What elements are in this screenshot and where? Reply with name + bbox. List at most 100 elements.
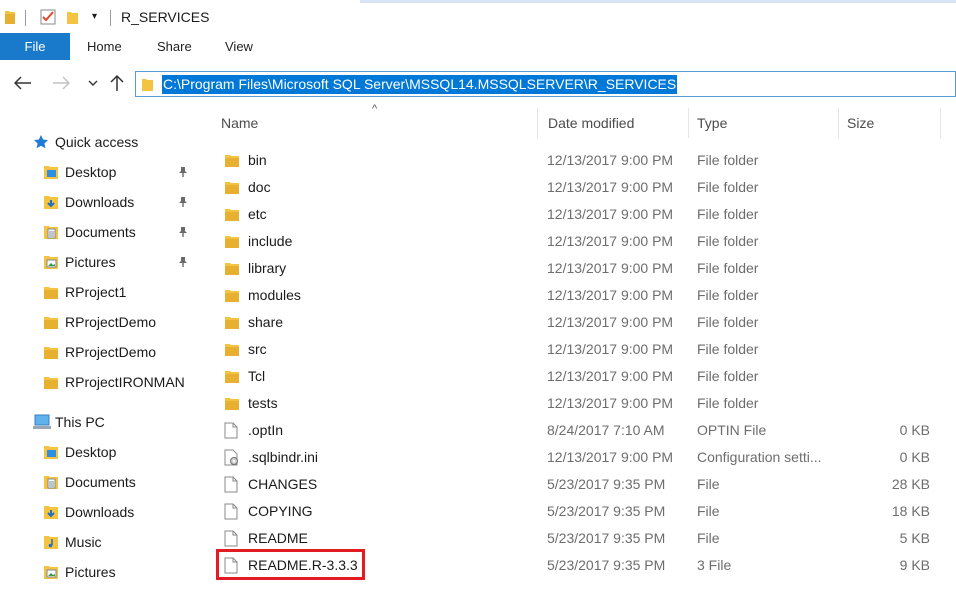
pin-icon[interactable] [177,255,191,269]
file-row[interactable]: include 12/13/2017 9:00 PM File folder [220,228,950,255]
file-type: OPTIN File [697,422,767,438]
tab-view[interactable]: View [225,33,253,60]
file-row[interactable]: src 12/13/2017 9:00 PM File folder [220,336,950,363]
sidebar-item-rprojectdemo[interactable]: RProjectDemo [0,307,200,337]
tab-file[interactable]: File [0,33,70,60]
pin-icon[interactable] [177,165,191,179]
sidebar-item-pc-pictures[interactable]: Pictures [0,557,200,587]
folder-icon [141,76,155,95]
file-date-modified: 12/13/2017 9:00 PM [547,287,674,303]
sidebar-item-documents[interactable]: Documents [0,217,200,247]
file-row[interactable]: etc 12/13/2017 9:00 PM File folder [220,201,950,228]
folder-icon [224,314,240,331]
pin-icon[interactable] [177,195,191,209]
music-folder-icon [43,534,59,550]
file-name: .sqlbindr.ini [248,449,319,465]
back-arrow-icon[interactable] [12,72,34,94]
folder-icon [224,152,240,169]
file-date-modified: 12/13/2017 9:00 PM [547,314,674,330]
file-name: src [248,341,267,357]
sidebar-item-label: Documents [65,474,136,490]
file-row[interactable]: COPYING 5/23/2017 9:35 PM File 18 KB [220,498,950,525]
file-row[interactable]: share 12/13/2017 9:00 PM File folder [220,309,950,336]
column-divider[interactable] [838,108,839,138]
file-row[interactable]: Tcl 12/13/2017 9:00 PM File folder [220,363,950,390]
folder-icon [4,0,16,33]
file-size: 0 KB [899,422,930,438]
file-date-modified: 5/23/2017 9:35 PM [547,530,666,546]
new-folder-icon[interactable] [66,0,80,33]
sidebar-item-pc-downloads[interactable]: Downloads [0,497,200,527]
sidebar-item-label: Desktop [65,444,117,460]
column-divider[interactable] [688,108,689,138]
file-icon [224,557,240,574]
sidebar-item-desktop[interactable]: Desktop [0,157,200,187]
column-type[interactable]: Type [697,106,727,140]
file-row[interactable]: tests 12/13/2017 9:00 PM File folder [220,390,950,417]
folder-icon [224,368,240,385]
tab-home[interactable]: Home [87,33,122,60]
file-row[interactable]: modules 12/13/2017 9:00 PM File folder [220,282,950,309]
address-bar[interactable]: C:\Program Files\Microsoft SQL Server\MS… [135,71,956,97]
pin-icon[interactable] [177,225,191,239]
file-date-modified: 5/23/2017 9:35 PM [547,476,666,492]
properties-checkmark-icon[interactable] [40,0,56,33]
file-row[interactable]: README.R-3.3.3 5/23/2017 9:35 PM 3 File 9 K… [220,552,950,579]
sidebar-item-rprojectdemo[interactable]: RProjectDemo [0,337,200,367]
file-size: 18 KB [891,503,930,519]
column-divider[interactable] [537,108,538,138]
file-icon [224,503,240,520]
sidebar-item-downloads[interactable]: Downloads [0,187,200,217]
forward-arrow-icon[interactable] [50,72,72,94]
file-date-modified: 12/13/2017 9:00 PM [547,341,674,357]
documents-folder-icon [43,224,59,240]
file-type: File folder [697,233,759,249]
sidebar-item-pc-music[interactable]: Music [0,527,200,557]
file-row[interactable]: .sqlbindr.ini 12/13/2017 9:00 PM Configura… [220,444,950,471]
file-type: File [697,503,720,519]
file-icon [224,530,240,547]
folder-icon [224,233,240,250]
sidebar-item-pictures[interactable]: Pictures [0,247,200,277]
column-divider[interactable] [940,108,941,138]
address-path[interactable]: C:\Program Files\Microsoft SQL Server\MS… [162,75,678,94]
file-row[interactable]: README 5/23/2017 9:35 PM File 5 KB [220,525,950,552]
star-icon [33,134,49,150]
qat-separator [25,10,26,26]
downloads-folder-icon [43,504,59,520]
recent-dropdown-icon[interactable] [82,72,104,94]
file-name: CHANGES [248,476,318,492]
file-row[interactable]: .optIn 8/24/2017 7:10 AM OPTIN File 0 KB [220,417,950,444]
file-row[interactable]: library 12/13/2017 9:00 PM File folder [220,255,950,282]
column-header: ^ Name Date modified Type Size [200,103,956,140]
column-name[interactable]: Name [221,106,258,140]
folder-icon [224,287,240,304]
folder-icon [224,179,240,196]
file-type: File [697,476,720,492]
column-size[interactable]: Size [847,106,874,140]
file-row[interactable]: CHANGES 5/23/2017 9:35 PM File 28 KB [220,471,950,498]
up-arrow-icon[interactable] [106,72,128,94]
customize-dropdown-icon[interactable]: ▾ [92,0,97,33]
file-date-modified: 12/13/2017 9:00 PM [547,206,674,222]
sidebar-item-rproject1[interactable]: RProject1 [0,277,200,307]
file-icon [224,422,240,439]
sidebar-item-pc-documents[interactable]: Documents [0,467,200,497]
file-name: share [248,314,284,330]
sidebar-item-quick-access[interactable]: Quick access [0,127,200,157]
sidebar-item-label: RProjectDemo [65,314,157,330]
sidebar-item-label: Desktop [65,164,117,180]
tab-share[interactable]: Share [157,33,192,60]
file-icon [224,476,240,493]
file-date-modified: 12/13/2017 9:00 PM [547,368,674,384]
folder-icon [43,344,59,360]
sidebar-item-rprojectironman[interactable]: RProjectIRONMAN [0,367,200,397]
folder-icon [224,206,240,223]
column-date-modified[interactable]: Date modified [548,106,634,140]
file-row[interactable]: doc 12/13/2017 9:00 PM File folder [220,174,950,201]
sidebar-item-this-pc[interactable]: This PC [0,407,200,437]
file-date-modified: 12/13/2017 9:00 PM [547,233,674,249]
computer-icon [33,414,51,430]
file-row[interactable]: bin 12/13/2017 9:00 PM File folder [220,147,950,174]
sidebar-item-pc-desktop[interactable]: Desktop [0,437,200,467]
